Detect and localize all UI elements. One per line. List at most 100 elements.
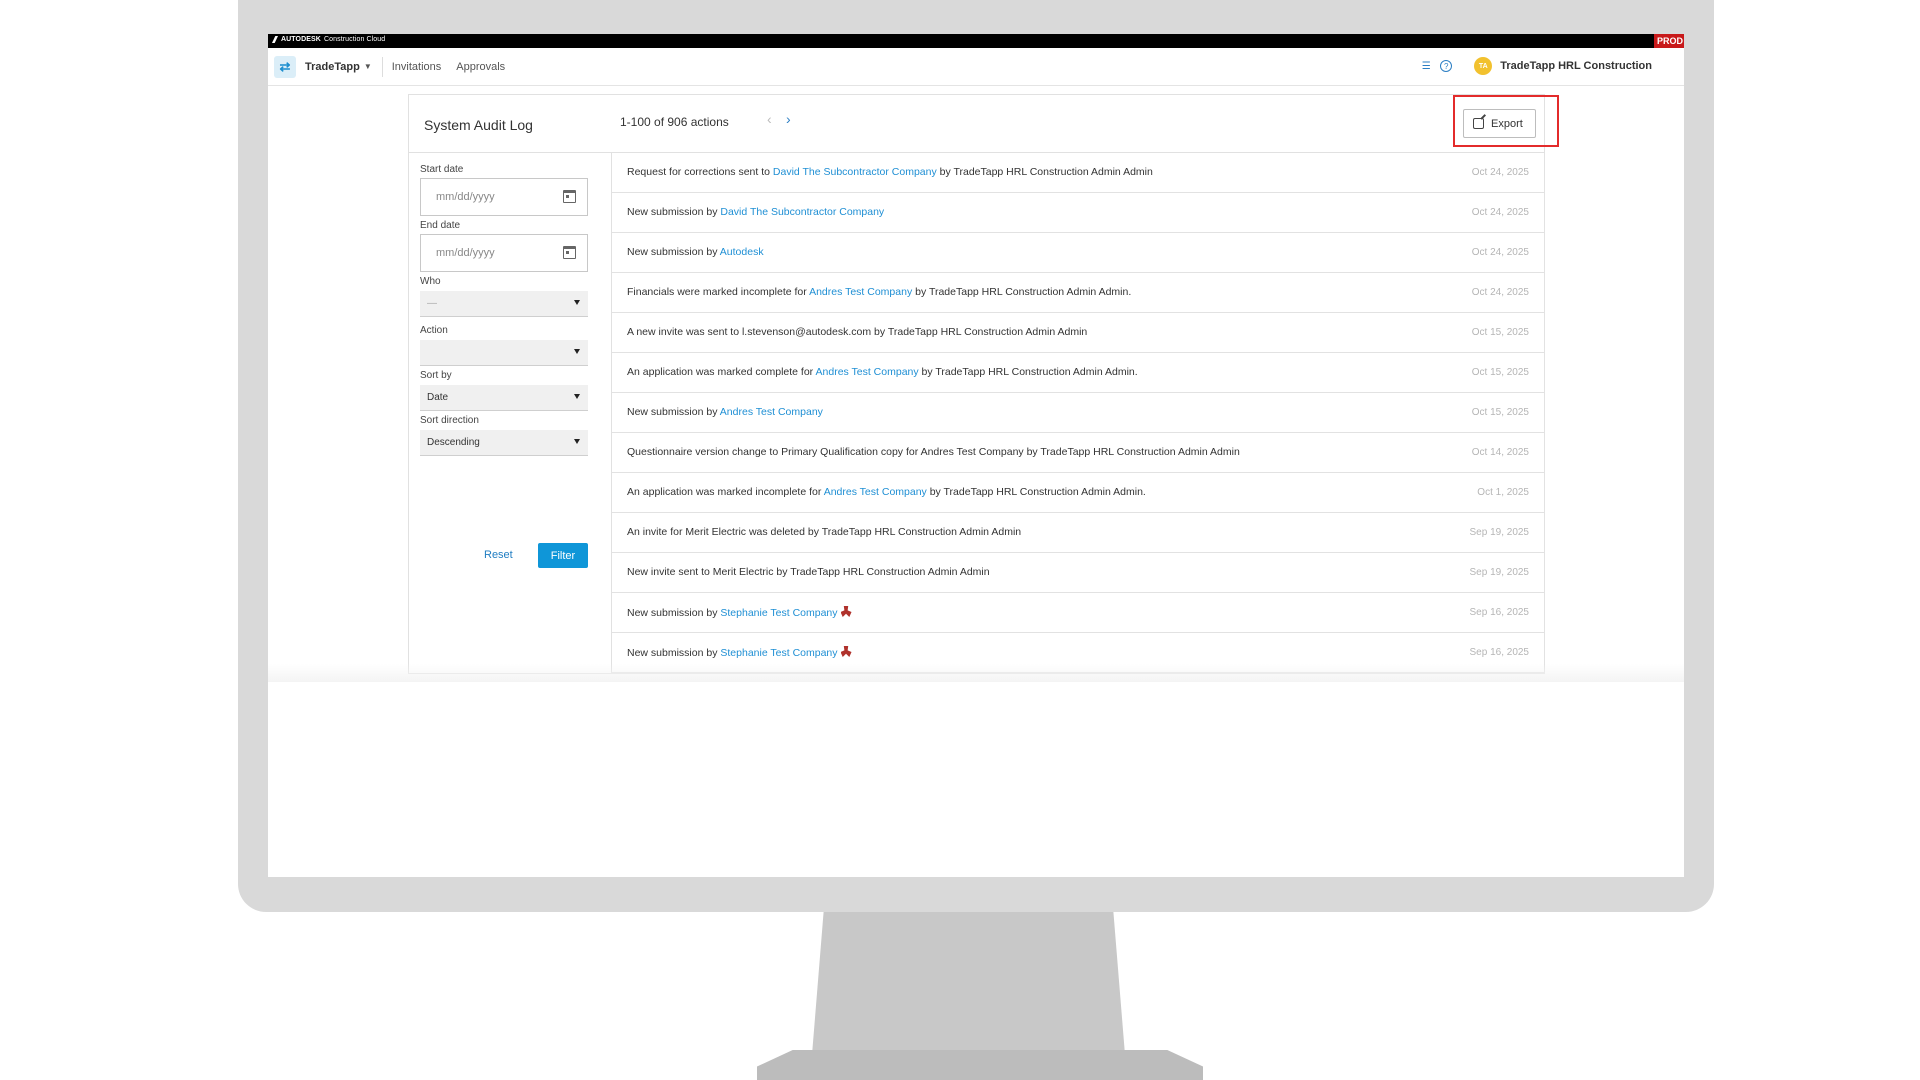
log-text-post: by TradeTapp HRL Construction Admin Admi… [912, 286, 1132, 298]
company-link[interactable]: Andres Test Company [824, 486, 927, 498]
end-date-label: End date [420, 220, 461, 231]
export-button[interactable]: Export [1463, 109, 1536, 138]
notes-icon[interactable]: ☰ [1420, 60, 1432, 72]
chevron-left-icon[interactable]: ‹ [767, 111, 772, 127]
company-link[interactable]: David The Subcontractor Company [773, 166, 937, 178]
log-text: Request for corrections sent to David Th… [627, 166, 1153, 178]
avatar[interactable]: TA [1474, 57, 1493, 75]
log-date: Sep 19, 2025 [1469, 527, 1530, 538]
log-text-pre: New submission by [627, 607, 721, 619]
log-text: New invite sent to Merit Electric by Tra… [627, 566, 990, 578]
log-text-pre: An invite for Merit Electric was deleted… [627, 526, 1022, 538]
sort-by-select[interactable]: Date [420, 385, 588, 411]
account-name[interactable]: TradeTapp HRL Construction [1500, 60, 1652, 72]
action-label: Action [420, 325, 448, 336]
filter-sidebar: Start date mm/dd/yyyy End date mm/dd/yyy… [409, 153, 612, 673]
flag-icon [840, 606, 852, 617]
top-banner: AUTODESK Construction Cloud PROD [268, 34, 1684, 48]
start-date-label: Start date [420, 164, 464, 175]
log-date: Oct 14, 2025 [1471, 447, 1529, 458]
action-select[interactable] [420, 340, 588, 366]
log-text-pre: A new invite was sent to l.stevenson@aut… [627, 326, 1088, 338]
nav-link-invitations[interactable]: Invitations [392, 61, 442, 73]
log-date: Oct 24, 2025 [1471, 207, 1529, 218]
reset-button[interactable]: Reset [484, 549, 513, 561]
brand-name: AUTODESK [281, 36, 321, 43]
company-link[interactable]: Andres Test Company [720, 406, 823, 418]
log-text: An invite for Merit Electric was deleted… [627, 526, 1021, 538]
flag-icon [840, 646, 852, 657]
log-date: Oct 15, 2025 [1471, 367, 1529, 378]
chevron-right-icon[interactable]: › [786, 111, 791, 127]
audit-log-list: Request for corrections sent to David Th… [612, 153, 1545, 673]
log-text-pre: New submission by [627, 246, 720, 258]
monitor-stand [811, 912, 1126, 1067]
log-date: Oct 24, 2025 [1471, 287, 1529, 298]
log-row: Financials were marked incomplete for An… [612, 273, 1545, 313]
log-date: Oct 24, 2025 [1471, 247, 1529, 258]
log-date: Sep 16, 2025 [1469, 607, 1530, 618]
company-link[interactable]: Stephanie Test Company [720, 647, 837, 659]
start-date-input[interactable]: mm/dd/yyyy [420, 178, 588, 216]
end-date-input[interactable]: mm/dd/yyyy [420, 234, 588, 272]
log-row: Request for corrections sent to David Th… [612, 153, 1545, 193]
log-text-pre: An application was marked incomplete for [627, 486, 824, 498]
caret-down-icon [574, 394, 580, 399]
company-link[interactable]: Andres Test Company [809, 286, 912, 298]
result-range: 1-100 of 906 actions [620, 115, 729, 129]
log-text: New submission by Andres Test Company [627, 406, 823, 418]
log-date: Sep 19, 2025 [1469, 567, 1530, 578]
screen-bottom-fade [268, 664, 1684, 682]
log-text-pre: New submission by [627, 406, 720, 418]
company-link[interactable]: Stephanie Test Company [720, 607, 837, 619]
sort-direction-label: Sort direction [420, 415, 479, 426]
log-row: New submission by David The Subcontracto… [612, 193, 1545, 233]
export-icon [1473, 118, 1484, 129]
log-row: New submission by Andres Test Company Oct… [612, 393, 1545, 433]
log-row: New submission by Autodesk Oct 24, 2025 [612, 233, 1545, 273]
tradetapp-app-icon[interactable]: ⇄ [274, 55, 296, 78]
nav-link-approvals[interactable]: Approvals [456, 61, 505, 73]
sort-direction-value: Descending [427, 437, 480, 448]
log-text: An application was marked complete for A… [627, 366, 1138, 378]
chevron-down-icon[interactable]: ▼ [364, 62, 372, 71]
top-nav: ⇄ TradeTapp ▼ Invitations Approvals ☰ ? … [268, 48, 1684, 86]
panel-header: System Audit Log 1-100 of 906 actions ‹ … [409, 95, 1559, 153]
log-text-pre: Request for corrections sent to [627, 166, 773, 178]
sort-direction-select[interactable]: Descending [420, 430, 588, 456]
log-text: An application was marked incomplete for… [627, 486, 1146, 498]
company-link[interactable]: David The Subcontractor Company [720, 206, 884, 218]
screen: AUTODESK Construction Cloud PROD ⇄ Trade… [268, 34, 1684, 877]
log-text-pre: An application was marked complete for [627, 366, 816, 378]
app-switcher[interactable]: TradeTapp [305, 61, 360, 73]
log-text-post: by TradeTapp HRL Construction Admin Admi… [918, 366, 1138, 378]
log-row: Questionnaire version change to Primary … [612, 433, 1545, 473]
calendar-icon[interactable] [563, 190, 576, 203]
log-text-pre: Financials were marked incomplete for [627, 286, 810, 298]
help-icon[interactable]: ? [1440, 60, 1453, 72]
page-title: System Audit Log [424, 117, 533, 133]
caret-down-icon [574, 300, 580, 305]
export-label: Export [1491, 117, 1523, 130]
who-label: Who [420, 276, 441, 287]
brand-product: Construction Cloud [323, 36, 386, 43]
company-link[interactable]: Autodesk [720, 246, 764, 258]
filter-button[interactable]: Filter [538, 543, 588, 568]
log-text: New submission by Autodesk [627, 246, 764, 258]
caret-down-icon [574, 349, 580, 354]
log-text: New submission by Stephanie Test Company [627, 646, 852, 659]
who-value: — [427, 298, 437, 309]
log-text: Financials were marked incomplete for An… [627, 286, 1131, 298]
calendar-icon[interactable] [563, 246, 576, 259]
log-row: An application was marked incomplete for… [612, 473, 1545, 513]
log-date: Oct 1, 2025 [1477, 487, 1529, 498]
log-text: Questionnaire version change to Primary … [627, 446, 1240, 458]
log-text: A new invite was sent to l.stevenson@aut… [627, 326, 1087, 338]
company-link[interactable]: Andres Test Company [816, 366, 919, 378]
sort-by-value: Date [427, 392, 449, 403]
log-text-pre: Questionnaire version change to Primary … [627, 446, 1240, 458]
sort-by-label: Sort by [420, 370, 452, 381]
nav-right: ☰ ? TA TradeTapp HRL Construction [1420, 57, 1652, 75]
who-select[interactable]: — [420, 291, 588, 317]
log-text-post: by TradeTapp HRL Construction Admin Admi… [926, 486, 1146, 498]
